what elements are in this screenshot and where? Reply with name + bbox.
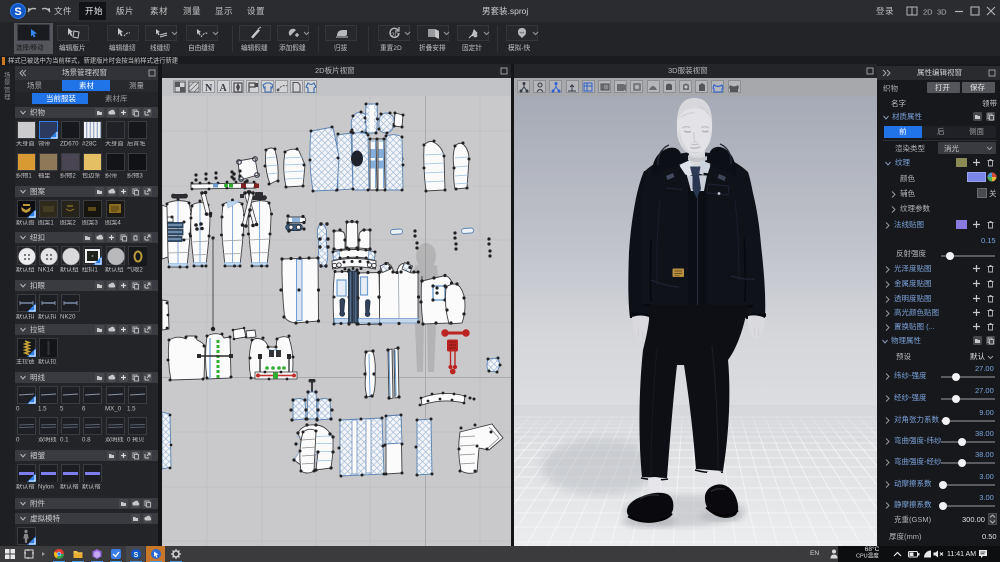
svg-text:N: N xyxy=(205,83,213,93)
svg-text:S: S xyxy=(14,6,21,18)
svg-text:3D: 3D xyxy=(937,8,947,17)
svg-text:2D: 2D xyxy=(391,33,399,39)
svg-text:2D: 2D xyxy=(923,8,933,17)
svg-text:S: S xyxy=(134,552,139,559)
svg-text:A: A xyxy=(220,83,228,93)
